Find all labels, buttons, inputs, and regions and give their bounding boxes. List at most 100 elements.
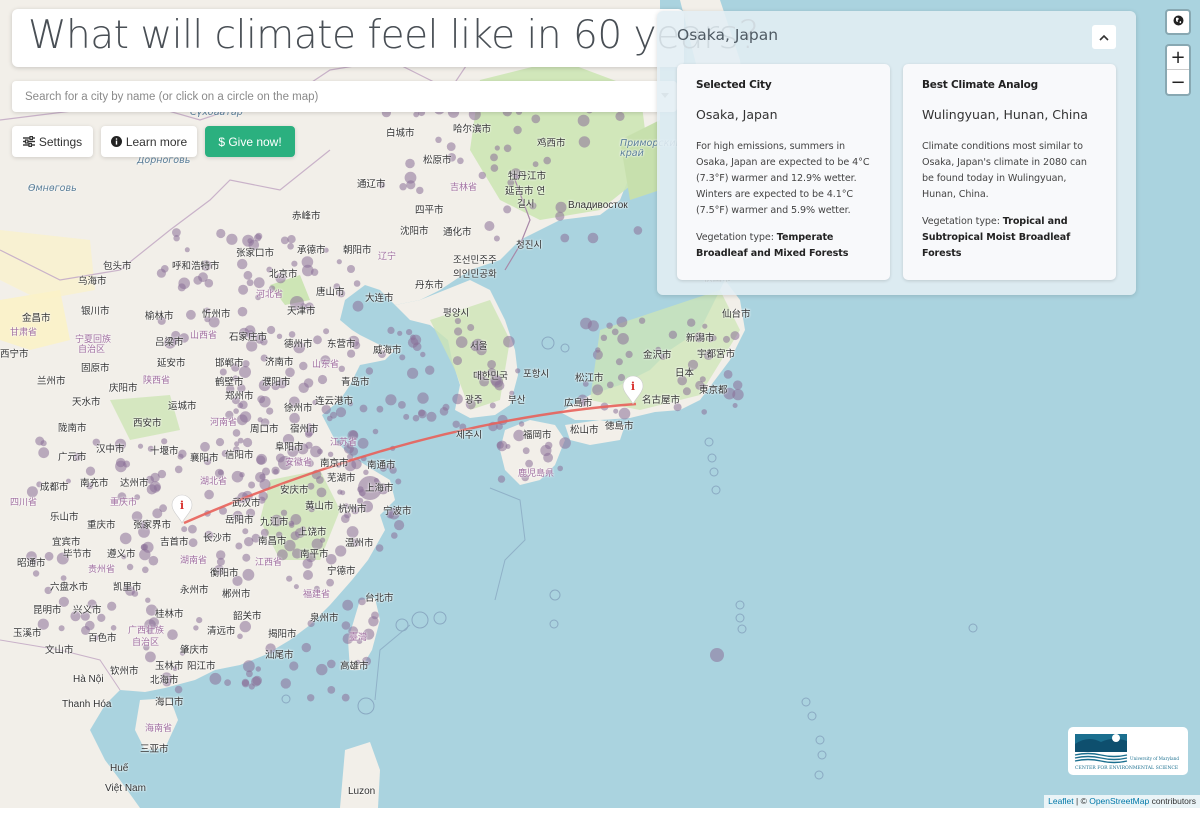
city-circle[interactable]: [347, 265, 355, 273]
city-circle[interactable]: [242, 568, 255, 581]
city-circle[interactable]: [271, 466, 280, 475]
city-circle[interactable]: [299, 361, 308, 371]
city-circle[interactable]: [287, 235, 296, 244]
city-circle[interactable]: [246, 279, 254, 287]
city-circle[interactable]: [618, 407, 631, 420]
city-circle[interactable]: [289, 661, 299, 671]
city-circle[interactable]: [399, 183, 407, 191]
city-search[interactable]: [12, 81, 677, 112]
city-circle[interactable]: [327, 451, 334, 457]
city-circle[interactable]: [326, 578, 334, 587]
city-circle[interactable]: [387, 326, 395, 334]
city-circle[interactable]: [732, 403, 738, 408]
city-circle[interactable]: [216, 228, 226, 239]
city-circle[interactable]: [606, 322, 613, 329]
city-circle[interactable]: [60, 575, 67, 581]
osm-link[interactable]: OpenStreetMap: [1089, 796, 1149, 806]
city-circle[interactable]: [257, 417, 263, 423]
city-circle[interactable]: [412, 414, 420, 422]
city-circle[interactable]: [490, 153, 498, 162]
city-circle[interactable]: [503, 205, 512, 214]
city-circle[interactable]: [184, 247, 190, 253]
city-circle[interactable]: [701, 409, 707, 415]
city-circle[interactable]: [243, 437, 253, 448]
city-circle[interactable]: [188, 524, 197, 534]
city-circle[interactable]: [420, 351, 426, 358]
city-circle[interactable]: [288, 331, 296, 338]
city-circle[interactable]: [267, 325, 276, 335]
city-circle[interactable]: [353, 280, 361, 287]
city-circle[interactable]: [560, 233, 570, 243]
city-circle[interactable]: [289, 522, 295, 528]
city-circle[interactable]: [44, 551, 54, 561]
city-circle[interactable]: [137, 443, 144, 449]
city-circle[interactable]: [406, 180, 416, 190]
city-circle[interactable]: [531, 114, 541, 124]
city-circle[interactable]: [224, 679, 232, 686]
city-circle[interactable]: [341, 621, 351, 630]
city-circle[interactable]: [503, 144, 512, 153]
city-circle[interactable]: [338, 365, 345, 372]
city-circle[interactable]: [148, 555, 159, 566]
city-circle[interactable]: [357, 497, 364, 504]
city-circle[interactable]: [316, 663, 328, 676]
city-circle[interactable]: [313, 335, 322, 345]
city-circle[interactable]: [342, 599, 354, 611]
city-circle[interactable]: [161, 438, 168, 445]
city-circle[interactable]: [58, 625, 65, 632]
city-circle[interactable]: [357, 437, 369, 449]
city-circle[interactable]: [239, 472, 245, 478]
city-circle[interactable]: [336, 259, 342, 265]
city-circle[interactable]: [293, 584, 299, 590]
city-circle[interactable]: [385, 394, 397, 406]
city-circle[interactable]: [123, 460, 131, 468]
city-circle[interactable]: [375, 544, 384, 552]
city-circle[interactable]: [405, 158, 415, 169]
city-circle[interactable]: [467, 324, 475, 331]
city-circle[interactable]: [493, 235, 500, 242]
city-circle[interactable]: [391, 532, 398, 539]
city-circle[interactable]: [188, 538, 198, 548]
city-circle[interactable]: [209, 672, 222, 685]
city-circle[interactable]: [254, 234, 262, 242]
city-circle[interactable]: [316, 487, 327, 498]
city-circle[interactable]: [359, 404, 368, 413]
city-circle[interactable]: [253, 277, 265, 289]
city-circle[interactable]: [513, 125, 522, 135]
city-circle[interactable]: [532, 161, 539, 168]
city-circle[interactable]: [243, 270, 253, 280]
leaflet-link[interactable]: Leaflet: [1048, 796, 1074, 806]
city-circle[interactable]: [204, 489, 214, 500]
city-circle[interactable]: [177, 283, 186, 292]
city-circle[interactable]: [280, 236, 289, 245]
city-circle[interactable]: [394, 520, 405, 531]
city-circle[interactable]: [285, 367, 295, 378]
city-circle[interactable]: [239, 620, 251, 633]
city-circle[interactable]: [592, 384, 603, 396]
city-circle[interactable]: [555, 211, 565, 221]
city-circle[interactable]: [730, 331, 740, 341]
city-circle[interactable]: [32, 570, 40, 577]
city-circle[interactable]: [398, 401, 406, 409]
city-circle[interactable]: [251, 676, 261, 687]
city-circle[interactable]: [615, 358, 623, 366]
city-circle[interactable]: [216, 557, 225, 566]
city-circle[interactable]: [280, 678, 291, 689]
city-circle[interactable]: [181, 526, 188, 533]
city-circle[interactable]: [372, 428, 379, 435]
zoom-in-button[interactable]: +: [1167, 46, 1189, 70]
city-circle[interactable]: [577, 114, 590, 127]
city-circle[interactable]: [407, 367, 419, 379]
city-circle[interactable]: [305, 441, 313, 449]
city-circle[interactable]: [341, 693, 350, 702]
city-circle[interactable]: [687, 318, 696, 327]
city-circle[interactable]: [617, 333, 629, 345]
city-circle[interactable]: [178, 449, 187, 458]
city-circle[interactable]: [110, 625, 117, 631]
city-circle[interactable]: [454, 327, 463, 336]
city-circle[interactable]: [417, 392, 429, 404]
city-circle[interactable]: [702, 323, 708, 329]
city-circle[interactable]: [301, 642, 311, 653]
city-circle[interactable]: [242, 553, 251, 562]
city-circle[interactable]: [453, 356, 462, 366]
